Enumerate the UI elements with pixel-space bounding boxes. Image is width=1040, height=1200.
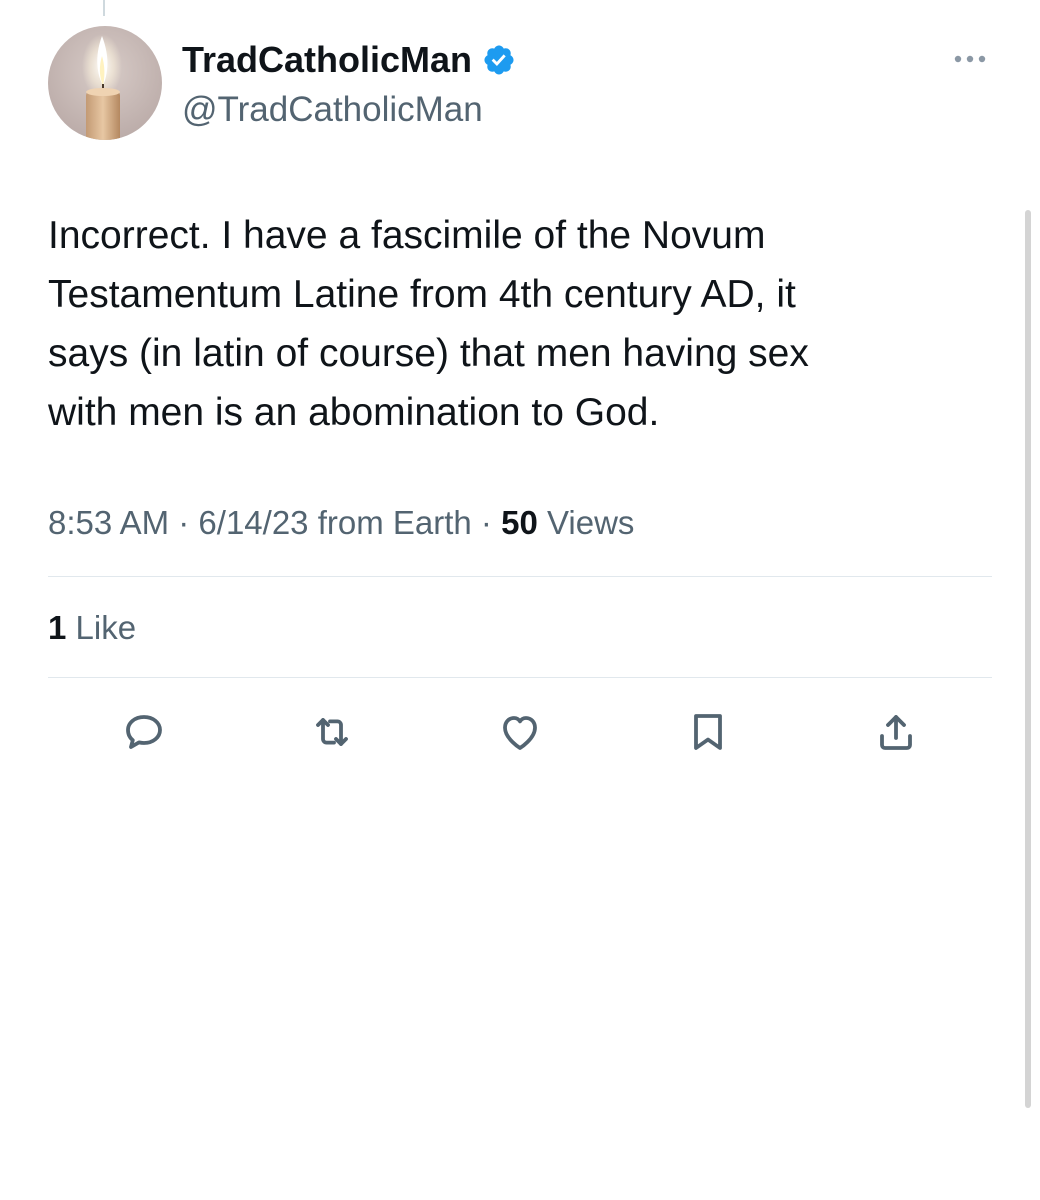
divider xyxy=(48,576,992,577)
divider xyxy=(48,677,992,678)
tweet-source: from Earth xyxy=(317,504,472,541)
tweet-meta: 8:53 AM · 6/14/23 from Earth · 50 Views xyxy=(48,501,634,545)
tweet-date[interactable]: 6/14/23 xyxy=(198,504,308,541)
retweet-icon[interactable] xyxy=(308,708,356,756)
more-dots-icon[interactable] xyxy=(948,44,992,74)
author-display-name[interactable]: TradCatholicMan xyxy=(182,38,472,82)
tweet-time[interactable]: 8:53 AM xyxy=(48,504,169,541)
author-handle[interactable]: @TradCatholicMan xyxy=(182,88,483,132)
views-count: 50 xyxy=(501,504,538,541)
likes-summary[interactable]: 1 Like xyxy=(48,606,136,650)
tweet-text: Incorrect. I have a fascimile of the Nov… xyxy=(48,214,809,434)
thread-line xyxy=(103,0,105,16)
likes-count[interactable]: 1 xyxy=(48,609,66,646)
avatar[interactable] xyxy=(48,26,162,140)
likes-label[interactable]: Like xyxy=(76,609,137,646)
scrollbar[interactable] xyxy=(1025,210,1031,1108)
share-icon[interactable] xyxy=(872,708,920,756)
meta-separator: · xyxy=(178,504,199,541)
bookmark-icon[interactable] xyxy=(684,708,732,756)
meta-separator: · xyxy=(480,504,502,541)
verified-badge-icon[interactable] xyxy=(482,43,516,77)
like-icon[interactable] xyxy=(496,708,544,756)
author-display-name-row[interactable]: TradCatholicMan xyxy=(182,38,516,82)
views-label: Views xyxy=(546,504,635,541)
candle-avatar-icon xyxy=(48,26,162,140)
reply-icon[interactable] xyxy=(120,708,168,756)
